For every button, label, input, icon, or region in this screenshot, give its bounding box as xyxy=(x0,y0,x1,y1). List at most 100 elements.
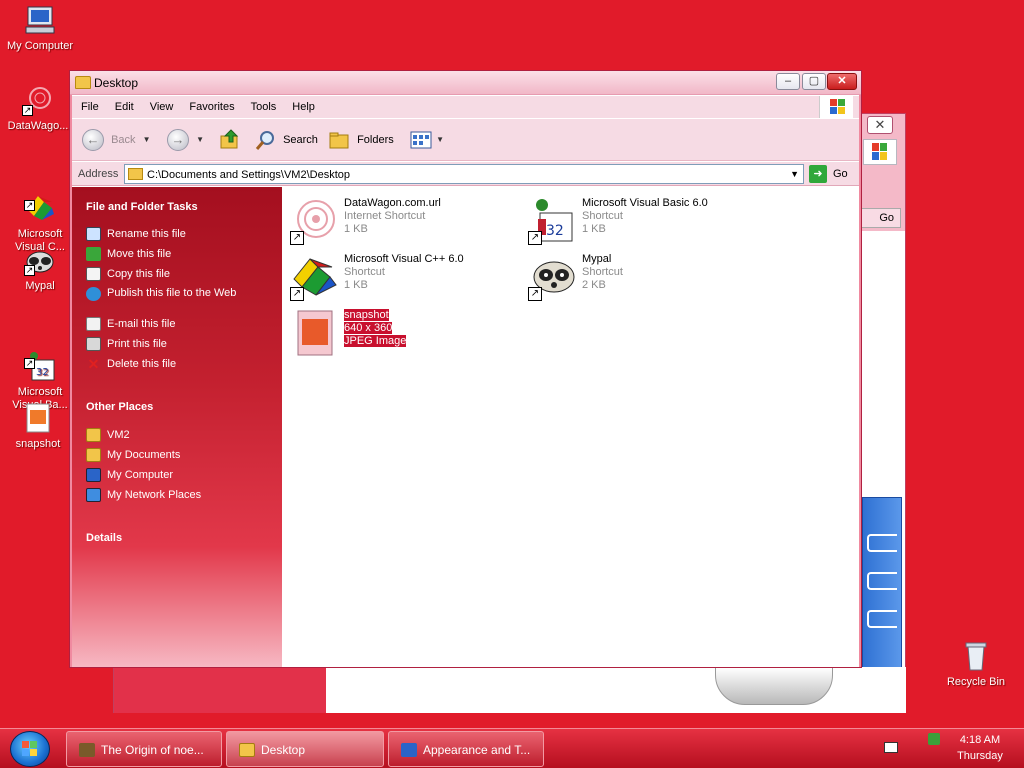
search-button[interactable]: Search xyxy=(254,128,318,152)
chevron-down-icon[interactable]: ▼ xyxy=(143,128,151,152)
task-publish[interactable]: Publish this file to the Web xyxy=(86,287,276,301)
desktop-icon-my-computer[interactable]: My Computer xyxy=(2,4,78,53)
folders-button[interactable]: Folders xyxy=(328,128,394,152)
background-close-button[interactable]: ✕ xyxy=(867,116,893,134)
task-delete[interactable]: ✕ Delete this file xyxy=(86,357,276,371)
minimize-button[interactable]: ‒ xyxy=(776,73,800,90)
desktop-icon-mypal[interactable]: ↗ Mypal xyxy=(2,244,78,293)
menu-favorites[interactable]: Favorites xyxy=(180,96,241,113)
views-icon xyxy=(410,131,432,149)
other-places-title[interactable]: Other Places xyxy=(86,401,153,413)
search-icon xyxy=(255,131,274,151)
shortcut-arrow-icon: ↗ xyxy=(24,265,35,276)
address-bar: Address C:\Documents and Settings\VM2\De… xyxy=(72,162,859,186)
network-icon xyxy=(86,488,101,502)
file-type: 640 x 360 xyxy=(344,322,393,334)
printer-icon xyxy=(86,337,101,351)
file-name: Microsoft Visual Basic 6.0 xyxy=(582,197,708,209)
details-title[interactable]: Details xyxy=(86,532,122,544)
taskbar-item-desktop[interactable]: Desktop xyxy=(226,731,384,767)
delete-x-icon: ✕ xyxy=(87,356,100,372)
computer-icon xyxy=(24,4,56,36)
file-size: 2 KB xyxy=(582,279,606,291)
menu-help[interactable]: Help xyxy=(283,96,322,113)
place-vm2[interactable]: VM2 xyxy=(86,428,276,442)
file-name: snapshot xyxy=(344,309,389,321)
file-item-datawagon[interactable]: ↗ DataWagon.com.url Internet Shortcut 1 … xyxy=(286,195,516,245)
file-item-snapshot[interactable]: snapshot 640 x 360 JPEG Image xyxy=(286,307,516,357)
task-copy[interactable]: Copy this file xyxy=(86,267,276,281)
background-preview-panel xyxy=(862,497,902,669)
taskbar-item-origin[interactable]: The Origin of noe... xyxy=(66,731,222,767)
forward-button[interactable]: → ▼ xyxy=(167,128,204,152)
place-my-computer[interactable]: My Computer xyxy=(86,468,276,482)
shortcut-arrow-icon: ↗ xyxy=(528,231,542,245)
visual-cpp-icon: ↗ xyxy=(24,179,56,220)
shortcut-arrow-icon: ↗ xyxy=(290,231,304,245)
title-bar[interactable]: Desktop ‒ ▢ ✕ xyxy=(70,71,861,95)
file-type: Shortcut xyxy=(582,210,623,222)
windows-logo-icon xyxy=(22,741,37,756)
jpeg-image-icon xyxy=(290,309,338,357)
file-size: 1 KB xyxy=(582,223,606,235)
menu-view[interactable]: View xyxy=(141,96,181,113)
file-size: 1 KB xyxy=(344,223,368,235)
desktop-icon-datawagon[interactable]: ↗ DataWago... xyxy=(0,84,76,133)
address-label: Address xyxy=(78,168,119,180)
task-print[interactable]: Print this file xyxy=(86,337,276,351)
chevron-down-icon[interactable]: ▼ xyxy=(196,128,204,152)
background-go-button[interactable]: Go xyxy=(861,208,901,228)
views-button[interactable]: ▼ xyxy=(410,128,444,152)
task-rename[interactable]: Rename this file xyxy=(86,227,276,241)
visual-basic-icon: 32 ↗ xyxy=(24,337,56,381)
close-button[interactable]: ✕ xyxy=(827,73,857,90)
desktop-icon-snapshot[interactable]: snapshot xyxy=(0,402,76,451)
rename-icon xyxy=(86,227,101,241)
raccoon-icon: ↗ xyxy=(528,253,576,301)
network-icon[interactable] xyxy=(928,733,940,745)
file-item-visual-cpp[interactable]: ↗ Microsoft Visual C++ 6.0 Shortcut 1 KB xyxy=(286,251,516,301)
maximize-button[interactable]: ▢ xyxy=(802,73,826,90)
visual-basic-icon: 32 ↗ xyxy=(528,197,576,245)
folders-icon xyxy=(329,132,349,149)
back-arrow-icon: ← xyxy=(82,129,104,152)
chevron-down-icon[interactable]: ▼ xyxy=(790,169,799,179)
task-email[interactable]: E-mail this file xyxy=(86,317,276,331)
clock-time: 4:18 AM xyxy=(959,734,1001,746)
file-list[interactable]: ↗ DataWagon.com.url Internet Shortcut 1 … xyxy=(282,187,859,667)
go-button[interactable]: ➜ Go xyxy=(809,165,848,184)
documents-folder-icon xyxy=(86,448,101,462)
menu-file[interactable]: File xyxy=(72,96,106,113)
keyboard-icon[interactable] xyxy=(884,742,898,753)
up-folder-button[interactable] xyxy=(219,128,241,152)
control-panel-icon xyxy=(401,743,417,757)
clock[interactable]: 4:18 AM Thursday xyxy=(950,732,1010,764)
place-my-documents[interactable]: My Documents xyxy=(86,448,276,462)
file-item-mypal[interactable]: ↗ Mypal Shortcut 2 KB xyxy=(524,251,754,301)
menu-edit[interactable]: Edit xyxy=(106,96,141,113)
desktop-icon-recycle-bin[interactable]: Recycle Bin xyxy=(938,640,1014,689)
chevron-down-icon[interactable]: ▼ xyxy=(436,128,444,152)
file-name: Mypal xyxy=(582,253,612,265)
recycle-bin-icon xyxy=(960,640,992,672)
folder-icon xyxy=(128,168,143,180)
file-item-visual-basic[interactable]: 32 ↗ Microsoft Visual Basic 6.0 Shortcut… xyxy=(524,195,754,245)
windows-logo-icon xyxy=(863,139,897,165)
clock-day: Thursday xyxy=(957,750,1003,762)
address-path: C:\Documents and Settings\VM2\Desktop xyxy=(147,169,350,181)
taskbar-item-appearance[interactable]: Appearance and T... xyxy=(388,731,544,767)
taskbar: The Origin of noe... Desktop Appearance … xyxy=(0,728,1024,768)
up-arrow-icon xyxy=(220,129,239,149)
forward-arrow-icon: → xyxy=(167,129,189,152)
start-button[interactable] xyxy=(10,731,50,767)
file-type: Shortcut xyxy=(582,266,623,278)
explorer-window[interactable]: Desktop ‒ ▢ ✕ File Edit View Favorites Tools… xyxy=(69,70,862,668)
place-my-network[interactable]: My Network Places xyxy=(86,488,276,502)
menu-tools[interactable]: Tools xyxy=(242,96,284,113)
file-folder-tasks-title[interactable]: File and Folder Tasks xyxy=(86,201,198,213)
shortcut-arrow-icon: ↗ xyxy=(24,358,35,369)
task-move[interactable]: Move this file xyxy=(86,247,276,261)
address-input[interactable]: C:\Documents and Settings\VM2\Desktop ▼ xyxy=(124,164,804,184)
copy-icon xyxy=(86,267,101,281)
back-button[interactable]: ← Back ▼ xyxy=(82,128,151,152)
